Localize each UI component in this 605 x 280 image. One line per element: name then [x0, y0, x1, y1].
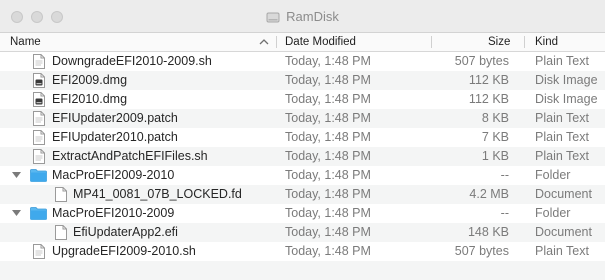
- date-modified: Today, 1:48 PM: [285, 187, 371, 201]
- file-name: EFI2009.dmg: [52, 73, 128, 87]
- file-row[interactable]: EFI2009.dmg Today, 1:48 PM 112 KB Disk I…: [0, 71, 605, 90]
- document-icon: [55, 187, 67, 202]
- disclosure-triangle-expanded-icon[interactable]: [12, 209, 21, 217]
- file-row[interactable]: EfiUpdaterApp2.efi Today, 1:48 PM 148 KB…: [0, 223, 605, 242]
- file-kind: Document: [535, 225, 592, 239]
- column-divider[interactable]: [431, 36, 432, 48]
- file-kind: Plain Text: [535, 54, 589, 68]
- file-row[interactable]: ExtractAndPatchEFIFiles.sh Today, 1:48 P…: [0, 147, 605, 166]
- file-size: 112 KB: [468, 92, 509, 106]
- date-column-header[interactable]: Date Modified: [285, 33, 356, 51]
- empty-row: [0, 261, 605, 280]
- file-row[interactable]: UpgradeEFI2009-2010.sh Today, 1:48 PM 50…: [0, 242, 605, 261]
- file-row[interactable]: EFIUpdater2010.patch Today, 1:48 PM 7 KB…: [0, 128, 605, 147]
- file-size: 507 bytes: [454, 244, 509, 258]
- window-title: RamDisk: [0, 0, 605, 33]
- file-row[interactable]: EFI2010.dmg Today, 1:48 PM 112 KB Disk I…: [0, 90, 605, 109]
- file-kind: Plain Text: [535, 244, 589, 258]
- folder-row[interactable]: MacProEFI2010-2009 Today, 1:48 PM -- Fol…: [0, 204, 605, 223]
- date-modified: Today, 1:48 PM: [285, 54, 371, 68]
- file-size: 1 KB: [481, 149, 509, 163]
- file-name: EFIUpdater2009.patch: [52, 111, 178, 125]
- file-kind: Disk Image: [535, 92, 598, 106]
- document-icon: [33, 54, 45, 69]
- file-name: EFI2010.dmg: [52, 92, 128, 106]
- sort-ascending-icon[interactable]: [258, 36, 270, 48]
- folder-name: MacProEFI2009-2010: [52, 168, 175, 182]
- file-size: 148 KB: [467, 225, 509, 239]
- column-divider[interactable]: [276, 36, 277, 48]
- date-modified: Today, 1:48 PM: [285, 92, 371, 106]
- date-modified: Today, 1:48 PM: [285, 73, 371, 87]
- document-icon: [33, 130, 45, 145]
- column-header: Name Date Modified Size Kind: [0, 33, 605, 52]
- file-kind: Plain Text: [535, 111, 589, 125]
- file-size: 4.2 MB: [469, 187, 509, 201]
- document-icon: [33, 244, 45, 259]
- folder-row[interactable]: MacProEFI2009-2010 Today, 1:48 PM -- Fol…: [0, 166, 605, 185]
- file-kind: Plain Text: [535, 149, 589, 163]
- folder-icon: [30, 169, 47, 182]
- file-kind: Folder: [535, 206, 571, 220]
- file-name: EFIUpdater2010.patch: [52, 130, 178, 144]
- file-size: --: [500, 206, 509, 220]
- column-divider[interactable]: [524, 36, 525, 48]
- file-row[interactable]: DowngradeEFI2010-2009.sh Today, 1:48 PM …: [0, 52, 605, 71]
- file-size: 507 bytes: [454, 54, 509, 68]
- size-column-header[interactable]: Size: [488, 33, 510, 51]
- file-name: MP41_0081_07B_LOCKED.fd: [73, 187, 242, 201]
- date-modified: Today, 1:48 PM: [285, 244, 371, 258]
- date-modified: Today, 1:48 PM: [285, 111, 371, 125]
- file-name: DowngradeEFI2010-2009.sh: [52, 54, 212, 68]
- date-modified: Today, 1:48 PM: [285, 206, 371, 220]
- file-row[interactable]: EFIUpdater2009.patch Today, 1:48 PM 8 KB…: [0, 109, 605, 128]
- date-modified: Today, 1:48 PM: [285, 168, 371, 182]
- file-kind: Document: [535, 187, 592, 201]
- file-size: 112 KB: [468, 73, 509, 87]
- date-modified: Today, 1:48 PM: [285, 130, 371, 144]
- file-name: EfiUpdaterApp2.efi: [73, 225, 178, 239]
- document-icon: [33, 149, 45, 164]
- date-modified: Today, 1:48 PM: [285, 149, 371, 163]
- drive-icon: [266, 12, 280, 22]
- file-kind: Folder: [535, 168, 571, 182]
- name-column-header[interactable]: Name: [10, 33, 41, 51]
- file-row[interactable]: MP41_0081_07B_LOCKED.fd Today, 1:48 PM 4…: [0, 185, 605, 204]
- file-name: ExtractAndPatchEFIFiles.sh: [52, 149, 208, 163]
- disk-image-icon: [33, 73, 45, 88]
- title-bar: RamDisk: [0, 0, 605, 33]
- disclosure-triangle-expanded-icon[interactable]: [12, 171, 21, 179]
- file-size: --: [500, 168, 509, 182]
- date-modified: Today, 1:48 PM: [285, 225, 371, 239]
- document-icon: [55, 225, 67, 240]
- file-size: 8 KB: [481, 111, 509, 125]
- document-icon: [33, 111, 45, 126]
- kind-column-header[interactable]: Kind: [535, 33, 558, 51]
- disk-image-icon: [33, 92, 45, 107]
- file-kind: Disk Image: [535, 73, 598, 87]
- finder-window: RamDisk Name Date Modified Size Kind Dow…: [0, 0, 605, 280]
- file-kind: Plain Text: [535, 130, 589, 144]
- file-size: 7 KB: [481, 130, 509, 144]
- folder-name: MacProEFI2010-2009: [52, 206, 175, 220]
- folder-icon: [30, 207, 47, 220]
- file-name: UpgradeEFI2009-2010.sh: [52, 244, 196, 258]
- window-title-text: RamDisk: [286, 9, 339, 24]
